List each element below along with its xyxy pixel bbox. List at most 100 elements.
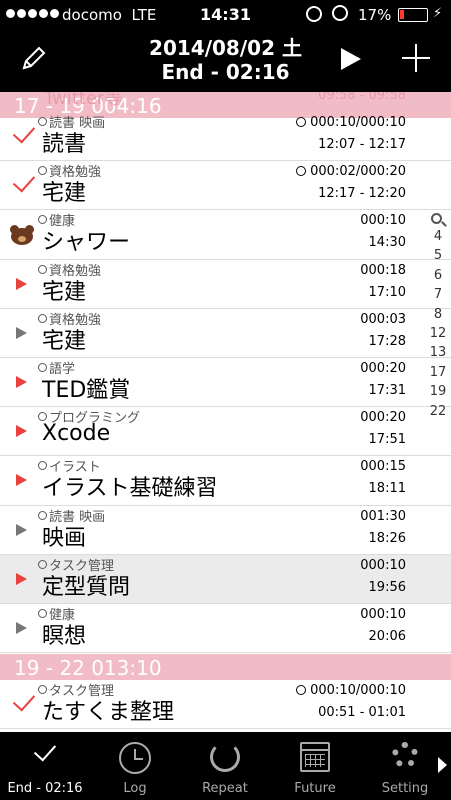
play-icon[interactable]	[341, 48, 361, 70]
section-index-item[interactable]: 22	[428, 404, 448, 419]
item-name: 宅建	[42, 328, 87, 354]
item-duration-value: 000:02/000:20	[310, 164, 406, 180]
item-name: 宅建	[42, 181, 87, 207]
timer-icon	[296, 685, 307, 695]
list-item[interactable]: 健康 瞑想 000:10 20:06	[0, 604, 451, 654]
section-index-item[interactable]: 19	[428, 384, 448, 399]
item-duration-value: 000:10/000:10	[310, 683, 406, 698]
item-duration: 000:20	[360, 410, 406, 425]
item-time: 14:30	[368, 235, 406, 251]
section-index-item[interactable]: 8	[428, 307, 448, 322]
item-time: 20:06	[368, 629, 406, 644]
calendar-icon	[300, 742, 330, 772]
item-name: 宅建	[42, 279, 87, 305]
section-index-item[interactable]: 17	[428, 365, 448, 380]
list-item[interactable]: プログラミング Xcode 000:20 17:51	[0, 407, 451, 457]
tab-end[interactable]: End - 02:16	[0, 732, 90, 800]
list-item[interactable]: 資格勉強 宅建 000:03 17:28	[0, 309, 451, 358]
item-duration: 000:10	[360, 558, 406, 573]
section-index-item[interactable]: 13	[428, 345, 448, 360]
item-name: 読書	[42, 132, 87, 157]
item-name: TED鑑賞	[42, 378, 131, 403]
item-time: 18:11	[368, 481, 406, 497]
list-item[interactable]: タスク管理 たすくま整理 000:10/000:10 00:51 - 01:01	[0, 680, 451, 730]
previous-item-name: Twitter等	[44, 92, 123, 109]
list-item[interactable]: 資格勉強 宅建 000:02/000:20 12:17 - 12:20	[0, 161, 451, 211]
item-time: 12:07 - 12:17	[318, 137, 406, 152]
task-list[interactable]: 17 - 19 004:16 Twitter等 09:58 - 09:58 読書 映画…	[0, 92, 451, 732]
list-item[interactable]: 語学 TED鑑賞 000:20 17:31	[0, 358, 451, 408]
item-duration-value: 000:20	[360, 361, 406, 376]
timer-icon	[296, 117, 307, 127]
start-play-icon[interactable]	[16, 376, 27, 388]
start-play-icon[interactable]	[16, 326, 27, 339]
item-duration-value: 000:10/000:10	[310, 115, 406, 130]
section-index-item[interactable]: 6	[428, 268, 448, 283]
item-duration: 000:18	[360, 263, 406, 278]
section-header[interactable]: 19 - 22 013:10	[0, 654, 451, 680]
tab-label: Future	[294, 781, 336, 796]
done-check-icon[interactable]	[12, 169, 36, 193]
bear-icon[interactable]	[8, 224, 36, 246]
tab-label: Setting	[381, 781, 429, 796]
start-play-icon[interactable]	[16, 474, 27, 487]
plus-icon[interactable]	[402, 44, 430, 72]
gear-icon	[392, 742, 418, 768]
tab-setting[interactable]: Setting	[360, 732, 450, 800]
item-duration: 000:10/000:10	[296, 115, 406, 130]
item-time: 19:56	[368, 579, 406, 595]
item-duration-value: 000:10	[360, 557, 406, 573]
repeat-icon	[210, 742, 240, 772]
start-play-icon[interactable]	[16, 622, 27, 634]
list-item[interactable]: 資格勉強 宅建 000:18 17:10	[0, 260, 451, 309]
category-ring-icon	[38, 215, 47, 225]
item-time: 17:10	[368, 284, 406, 300]
check-icon	[33, 738, 57, 762]
start-play-icon[interactable]	[16, 572, 27, 585]
done-check-icon[interactable]	[12, 688, 36, 712]
category-ring-icon	[38, 609, 47, 618]
item-time: 17:28	[368, 333, 406, 349]
tab-repeat[interactable]: Repeat	[180, 732, 270, 800]
done-check-icon[interactable]	[12, 120, 36, 144]
item-time: 17:31	[368, 383, 406, 398]
header-date[interactable]: 2014/08/02 土	[0, 32, 451, 61]
clock-icon	[119, 742, 151, 774]
item-duration: 000:20	[360, 361, 406, 376]
header: 2014/08/02 土 End - 02:16	[0, 30, 451, 92]
item-time: 18:26	[368, 530, 406, 546]
list-item[interactable]: イラスト イラスト基礎練習 000:15 18:11	[0, 456, 451, 506]
category-ring-icon	[38, 313, 47, 323]
tab-log[interactable]: Log	[90, 732, 180, 800]
list-item[interactable]: タスク管理 定型質問 000:10 19:56	[0, 554, 451, 604]
item-duration-value: 000:10	[360, 607, 406, 622]
section-index-item[interactable]: 4	[428, 229, 448, 244]
status-bar: docomo LTE 14:31 17% ⚡	[0, 0, 451, 30]
start-play-icon[interactable]	[16, 425, 27, 438]
section-index-item[interactable]: 5	[428, 248, 448, 263]
item-duration-value: 000:18	[360, 262, 406, 278]
timer-icon	[296, 166, 307, 177]
tab-label: End - 02:16	[7, 781, 83, 796]
section-title: 19 - 22 013:10	[14, 656, 162, 680]
section-index-item[interactable]: 7	[428, 287, 448, 302]
search-icon[interactable]	[431, 213, 442, 224]
list-item[interactable]: 読書 映画 映画 001:30 18:26	[0, 506, 451, 555]
item-duration: 000:10	[360, 213, 406, 228]
item-duration: 001:30	[360, 509, 406, 524]
list-item[interactable]: 健康 シャワー 000:10 14:30	[0, 210, 451, 260]
category-ring-icon	[38, 685, 47, 694]
item-duration: 000:02/000:20	[296, 164, 406, 179]
tab-future[interactable]: Future	[270, 732, 360, 800]
start-play-icon[interactable]	[16, 277, 27, 290]
list-item[interactable]: 読書 映画 読書 000:10/000:10 12:07 - 12:17	[0, 112, 451, 162]
item-name: 定型質問	[42, 574, 131, 600]
item-duration-value: 000:20	[360, 410, 406, 426]
category-ring-icon	[38, 264, 47, 274]
item-duration: 000:15	[360, 459, 406, 474]
item-duration-value: 000:03	[360, 311, 406, 327]
category-ring-icon	[38, 412, 47, 422]
start-play-icon[interactable]	[16, 523, 27, 536]
section-index-item[interactable]: 12	[428, 326, 448, 341]
tab-label: Log	[123, 781, 147, 796]
